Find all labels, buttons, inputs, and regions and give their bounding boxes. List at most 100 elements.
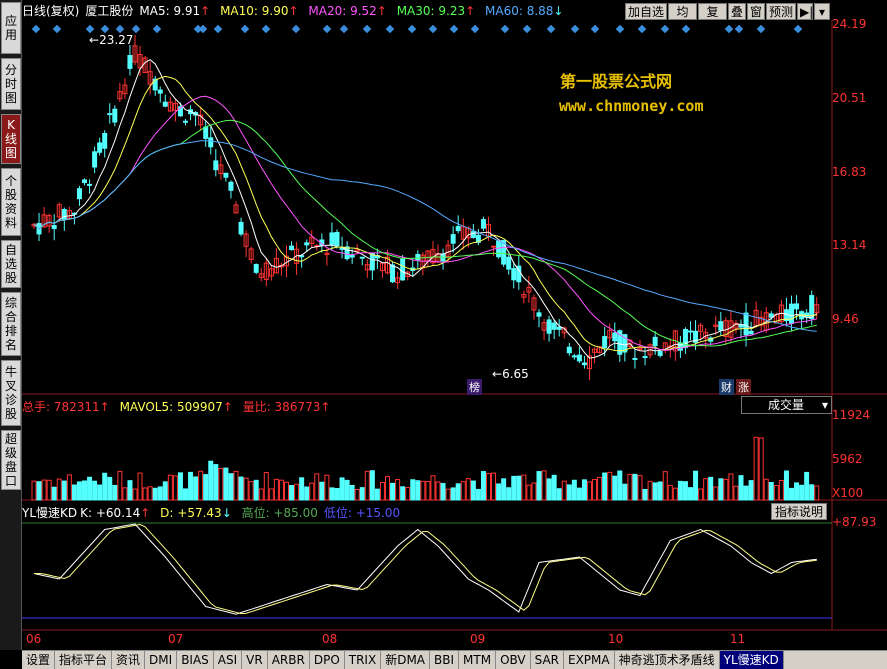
window-button[interactable]: 窗: [747, 3, 765, 20]
indicator-help-button[interactable]: 指标说明: [771, 503, 827, 520]
candle-down: [556, 326, 562, 330]
sidebar-item[interactable]: 个股资料: [1, 168, 21, 236]
sidebar-item-char: 图: [4, 146, 17, 160]
volume-bar-up: [723, 478, 729, 501]
overlay-button[interactable]: 叠: [728, 3, 746, 20]
indicator-tick: +87.93: [832, 515, 877, 529]
indicator-tab[interactable]: VR: [242, 651, 268, 669]
sidebar-item-char: 诊: [4, 393, 17, 407]
volume-bar-down: [289, 485, 295, 501]
add-watchlist-button[interactable]: 加自选: [625, 3, 667, 20]
sidebar-item-char: 股: [4, 188, 17, 202]
indicator-header: YL慢速KD K: +60.14↑ D: +57.43↓ 高位: +85.00 低位…: [22, 504, 406, 521]
volume-bar-up: [294, 483, 300, 501]
indicator-tab[interactable]: YL慢速KD: [719, 651, 784, 669]
volume-bar-down: [622, 483, 628, 501]
sidebar-item-char: 股: [4, 271, 17, 285]
candle-down: [400, 258, 406, 281]
indicator-tab[interactable]: OBV: [496, 651, 531, 669]
volume-bar-down: [688, 487, 693, 501]
candle-down: [455, 226, 461, 232]
ma20-line: [33, 95, 817, 351]
skip-end-icon[interactable]: ▶|: [797, 3, 813, 20]
candle-down: [228, 181, 234, 191]
indicator-tab[interactable]: 新DMA: [381, 651, 431, 669]
candle-down: [581, 362, 587, 366]
sidebar-item[interactable]: 综合排名: [1, 292, 21, 356]
sidebar-item[interactable]: K线图: [1, 114, 21, 164]
candle-down: [576, 354, 582, 362]
volume-bar-up: [233, 470, 239, 501]
indicator-tab[interactable]: 设置: [22, 651, 56, 669]
event-diamond-icon: [85, 24, 95, 34]
volume-bar-down: [349, 484, 355, 501]
event-diamond-icon: [615, 24, 625, 34]
date-label: 10: [608, 632, 624, 646]
sidebar-item-char: 应: [4, 14, 17, 28]
candle-down: [789, 303, 794, 324]
volume-bar-down: [581, 479, 587, 501]
volume-dropdown-label: 成交量: [768, 398, 805, 412]
restore-rights-button[interactable]: 复权: [698, 3, 727, 35]
volume-bar-down: [470, 480, 476, 501]
candle-down: [536, 312, 542, 317]
event-diamond-icon: [546, 24, 556, 34]
indicator-tab[interactable]: EXPMA: [564, 651, 615, 669]
sidebar-item-char: 线: [4, 132, 17, 146]
indicator-tab[interactable]: ASI: [214, 651, 243, 669]
volume-bar-up: [587, 481, 592, 501]
candle-down: [632, 357, 638, 360]
indicator-tab[interactable]: DMI: [145, 651, 178, 669]
forecast-button[interactable]: 预测: [766, 3, 796, 20]
down-arrow-icon: ↓: [221, 506, 232, 520]
sidebar-item[interactable]: 分时图: [1, 58, 21, 110]
menu-dropdown-icon[interactable]: ▾: [814, 3, 830, 20]
volume-bar-down: [506, 487, 512, 501]
event-diamond-icon: [291, 24, 301, 34]
volume-tick: 5962: [832, 452, 863, 466]
volume-indicator-dropdown[interactable]: 成交量 ▾: [741, 396, 832, 414]
kd-d-line: [34, 523, 817, 615]
up-arrow-icon: ↑: [288, 4, 299, 18]
volume-bar-up: [278, 479, 284, 501]
indicator-tab[interactable]: 神奇逃顶术矛盾线: [615, 651, 720, 669]
indicator-tab[interactable]: SAR: [531, 651, 564, 669]
volume-bar-down: [415, 480, 421, 501]
event-diamond-icon: [261, 24, 271, 34]
indicator-tab[interactable]: BIAS: [177, 651, 214, 669]
chart-canvas[interactable]: [22, 20, 887, 650]
indicator-tab[interactable]: 资讯: [112, 651, 146, 669]
volume-bar-up: [531, 482, 537, 501]
event-diamond-icon: [660, 24, 670, 34]
finance-badge[interactable]: 财: [719, 379, 734, 395]
sidebar-item[interactable]: 应用: [1, 2, 21, 54]
indicator-tab[interactable]: DPO: [310, 651, 345, 669]
ma-line-button[interactable]: 均线: [668, 3, 697, 35]
volume-bar-down: [112, 484, 118, 501]
volume-bar-down: [369, 470, 375, 501]
volume-bar-down: [516, 475, 522, 501]
volume-bar-up: [698, 488, 704, 501]
rise-badge[interactable]: 涨: [736, 379, 751, 395]
volume-bar-up: [248, 481, 254, 501]
sidebar-item[interactable]: 自选股: [1, 240, 21, 288]
sidebar-item-char: 超: [4, 432, 17, 446]
volume-bar-down: [804, 471, 810, 501]
volume-bar-up: [753, 436, 759, 501]
volume-bar-down: [102, 472, 108, 501]
candle-down: [794, 303, 800, 310]
list-badge[interactable]: 榜: [467, 379, 482, 395]
candle-down: [566, 346, 572, 354]
volume-bar-up: [597, 476, 603, 501]
indicator-tab[interactable]: ARBR: [268, 651, 310, 669]
sidebar-item[interactable]: 超级盘口: [1, 430, 21, 490]
volume-bar-down: [551, 474, 557, 501]
volume-bar-down: [450, 487, 456, 501]
volume-bar-down: [223, 467, 229, 501]
indicator-tab[interactable]: MTM: [459, 651, 497, 669]
indicator-tab[interactable]: TRIX: [345, 651, 382, 669]
up-arrow-icon: ↑: [376, 4, 387, 18]
indicator-tab[interactable]: BBI: [430, 651, 460, 669]
indicator-tab[interactable]: 指标平台: [55, 651, 113, 669]
sidebar-item[interactable]: 牛叉诊股: [1, 360, 21, 426]
